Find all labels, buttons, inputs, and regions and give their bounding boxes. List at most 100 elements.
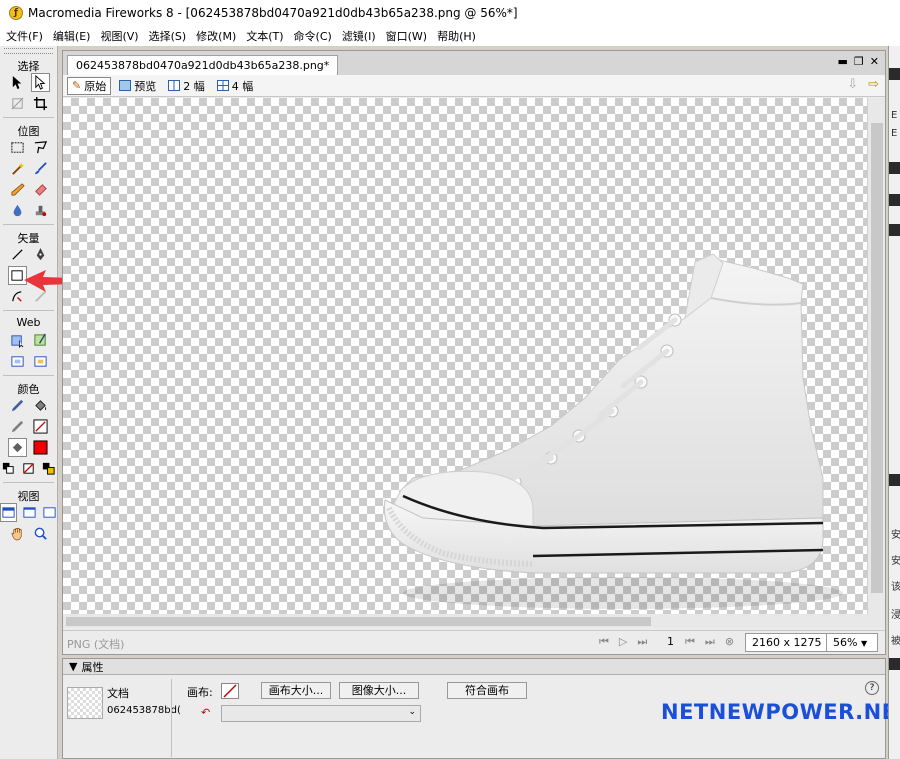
canvas-size-button[interactable]: 画布大小... <box>261 682 331 699</box>
section-vector-label: 矢量 <box>17 232 40 245</box>
section-web-label: Web <box>16 316 41 329</box>
dock-panel-header[interactable] <box>889 162 900 174</box>
line-tool-icon[interactable] <box>8 245 27 264</box>
image-dimensions[interactable]: 2160 x 1275 <box>745 633 829 652</box>
dock-panel-header[interactable] <box>889 194 900 206</box>
object-type-label: 文档 <box>107 687 129 700</box>
stop-icon[interactable]: ⊗ <box>725 635 734 649</box>
hide-slices-icon[interactable] <box>8 352 27 371</box>
view-original-button[interactable]: ✎ 原始 <box>67 76 112 95</box>
pointer-tool-icon[interactable] <box>8 73 27 92</box>
swap-colors-icon[interactable] <box>41 459 57 478</box>
menu-window[interactable]: 窗口(W) <box>386 28 427 44</box>
help-icon[interactable]: ? <box>865 681 879 695</box>
default-colors-icon[interactable] <box>0 459 16 478</box>
dock-panel-header[interactable] <box>889 224 900 236</box>
dock-label-5: 该 <box>891 582 900 593</box>
document-tab-bar: 062453878bd0470a921d0db43b65a238.png* ▬ … <box>63 51 885 75</box>
canvas-color-swatch[interactable] <box>221 683 239 699</box>
menu-text[interactable]: 文本(T) <box>246 28 283 44</box>
image-size-button[interactable]: 图像大小... <box>339 682 419 699</box>
fit-canvas-button[interactable]: 符合画布 <box>447 682 527 699</box>
menu-view[interactable]: 视图(V) <box>100 28 138 44</box>
section-bitmap-label: 位图 <box>17 125 40 138</box>
menu-filters[interactable]: 滤镜(I) <box>342 28 376 44</box>
first-frame-icon[interactable]: ⏮ <box>599 635 609 649</box>
zoom-tool-icon[interactable] <box>31 524 50 543</box>
full-screen-menus-icon[interactable] <box>21 503 37 522</box>
minimize-icon[interactable]: ▬ <box>838 55 848 68</box>
crop-tool-icon[interactable] <box>31 94 50 113</box>
next-frame-icon[interactable]: ⏭ <box>705 635 715 649</box>
properties-title: 属性 <box>81 660 104 674</box>
stroke-color-swatch[interactable] <box>31 417 50 436</box>
menu-commands[interactable]: 命令(C) <box>294 28 332 44</box>
document-tab[interactable]: 062453878bd0470a921d0db43b65a238.png* <box>67 55 339 75</box>
dock-panel-header[interactable] <box>889 658 900 670</box>
horizontal-scrollbar[interactable] <box>63 614 869 628</box>
magic-wand-icon[interactable] <box>8 159 27 178</box>
standard-screen-icon[interactable] <box>0 503 17 522</box>
pencil-icon: ✎ <box>72 79 82 92</box>
hand-tool-icon[interactable] <box>8 524 27 543</box>
stroke-pencil-icon[interactable] <box>8 417 27 436</box>
chevron-down-icon: ▼ <box>860 639 868 648</box>
show-slices-icon[interactable] <box>31 352 50 371</box>
view-2up-button[interactable]: 2 幅 <box>164 77 209 95</box>
full-screen-icon[interactable] <box>41 503 57 522</box>
chevron-down-icon: ⌄ <box>408 707 416 717</box>
menu-file[interactable]: 文件(F) <box>6 28 43 44</box>
tools-panel: 选择 位图 矢量 Web 颜色 视图 <box>0 46 58 759</box>
slice-tool-icon[interactable] <box>31 331 50 350</box>
document-status-bar: PNG (文档) ⏮ ▷ ⏭ 1 ⏮ ⏭ ⊗ 2160 x 1275 56% ▼ <box>63 630 885 654</box>
view-2up-label: 2 幅 <box>183 79 205 93</box>
menu-help[interactable]: 帮助(H) <box>437 28 476 44</box>
brush-tool-icon[interactable] <box>31 159 50 178</box>
eyedropper-tool-icon[interactable] <box>8 396 27 415</box>
view-4up-label: 4 幅 <box>231 79 254 93</box>
document-name-field[interactable]: 062453878bd( <box>107 705 181 716</box>
eraser-tool-icon[interactable] <box>31 180 50 199</box>
dock-panel-header[interactable] <box>889 68 900 80</box>
canvas-options-select[interactable]: ⌄ <box>221 705 421 722</box>
dock-panel-header[interactable] <box>889 474 900 486</box>
hotspot-tool-icon[interactable] <box>8 331 27 350</box>
no-color-icon[interactable] <box>20 459 36 478</box>
subselect-tool-icon[interactable] <box>30 73 50 92</box>
horizontal-scroll-thumb[interactable] <box>66 617 651 626</box>
frame-nav-2: ⏮ ⏭ ⊗ <box>685 635 734 649</box>
play-icon[interactable]: ▷ <box>619 635 627 649</box>
export-options-icon[interactable]: ⇨ <box>868 77 879 92</box>
close-icon[interactable]: ✕ <box>870 55 879 68</box>
prev-frame-icon[interactable]: ⏮ <box>685 635 695 649</box>
rubber-stamp-icon[interactable] <box>31 201 50 220</box>
view-preview-button[interactable]: 预览 <box>115 77 160 95</box>
view-4up-button[interactable]: 4 幅 <box>213 77 258 95</box>
last-frame-icon[interactable]: ⏭ <box>637 635 647 649</box>
panel-grip[interactable] <box>4 48 53 54</box>
collapse-triangle-icon[interactable]: ▼ <box>69 660 77 673</box>
two-up-icon <box>168 80 181 91</box>
marquee-tool-icon[interactable] <box>8 138 27 157</box>
view-original-label: 原始 <box>84 79 107 93</box>
menu-edit[interactable]: 编辑(E) <box>53 28 91 44</box>
watermark-text: NETNEWPOWER.NET <box>661 700 900 724</box>
blur-tool-icon[interactable] <box>8 201 27 220</box>
properties-header[interactable]: ▼ 属性 <box>63 659 885 675</box>
quick-export-icon[interactable]: ⇩ <box>847 77 858 92</box>
document-view-toolbar: ✎ 原始 预览 2 幅 4 幅 ⇩ ⇨ <box>63 75 885 97</box>
vertical-scroll-thumb[interactable] <box>871 123 883 593</box>
vertical-scrollbar[interactable] <box>867 98 885 628</box>
fill-bucket-icon[interactable] <box>7 438 27 457</box>
zoom-level-select[interactable]: 56% ▼ <box>826 633 878 652</box>
menu-modify[interactable]: 修改(M) <box>196 28 236 44</box>
restore-icon[interactable]: ❐ <box>854 55 864 68</box>
canvas[interactable] <box>63 98 869 628</box>
menu-select[interactable]: 选择(S) <box>149 28 187 44</box>
fill-color-swatch[interactable] <box>31 438 50 457</box>
scale-tool-icon[interactable] <box>8 94 27 113</box>
pen-tool-icon[interactable] <box>31 245 50 264</box>
paint-bucket-icon[interactable] <box>31 396 50 415</box>
pencil-tool-icon[interactable] <box>8 180 27 199</box>
lasso-tool-icon[interactable] <box>31 138 50 157</box>
